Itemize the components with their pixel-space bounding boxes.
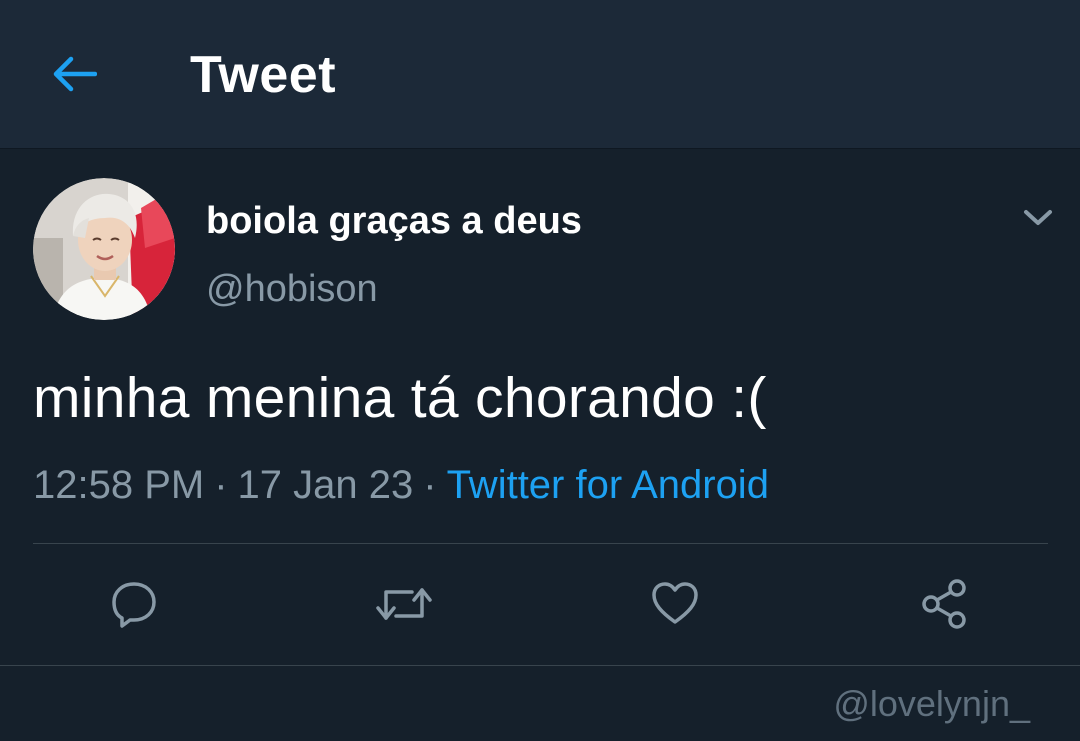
tweet-time: 12:58 PM bbox=[33, 463, 205, 507]
avatar[interactable] bbox=[33, 178, 175, 320]
display-name[interactable]: boiola graças a deus bbox=[206, 198, 582, 244]
tweet-metadata: 12:58 PM · 17 Jan 23 · Twitter for Android bbox=[33, 460, 769, 510]
like-button[interactable] bbox=[643, 572, 707, 636]
tweet-text: minha menina tá chorando :( bbox=[33, 366, 767, 430]
retweet-icon bbox=[376, 588, 432, 620]
divider bbox=[0, 665, 1080, 666]
tweet-source-link[interactable]: Twitter for Android bbox=[447, 463, 769, 507]
arrow-left-icon bbox=[53, 56, 97, 92]
page-title: Tweet bbox=[190, 46, 337, 104]
share-icon bbox=[922, 579, 966, 629]
tweet-date: 17 Jan 23 bbox=[237, 463, 414, 507]
tweet-detail-screen: Tweet boiola graças a deus @hobison minh… bbox=[0, 0, 1080, 741]
divider bbox=[33, 543, 1048, 544]
reply-icon bbox=[112, 582, 156, 628]
retweet-button[interactable] bbox=[372, 572, 436, 636]
heart-icon bbox=[652, 582, 698, 624]
separator: · bbox=[423, 463, 437, 507]
avatar-image bbox=[33, 178, 175, 320]
back-button[interactable] bbox=[40, 42, 108, 106]
user-handle[interactable]: @hobison bbox=[206, 266, 378, 312]
watermark: @lovelynjn_ bbox=[833, 683, 1030, 724]
tweet-menu-button[interactable] bbox=[1018, 198, 1058, 238]
top-app-bar: Tweet bbox=[0, 0, 1080, 149]
chevron-down-icon bbox=[1024, 210, 1052, 225]
reply-button[interactable] bbox=[102, 572, 166, 636]
tweet-actions-bar bbox=[0, 560, 1080, 650]
separator: · bbox=[214, 463, 228, 507]
share-button[interactable] bbox=[913, 572, 977, 636]
